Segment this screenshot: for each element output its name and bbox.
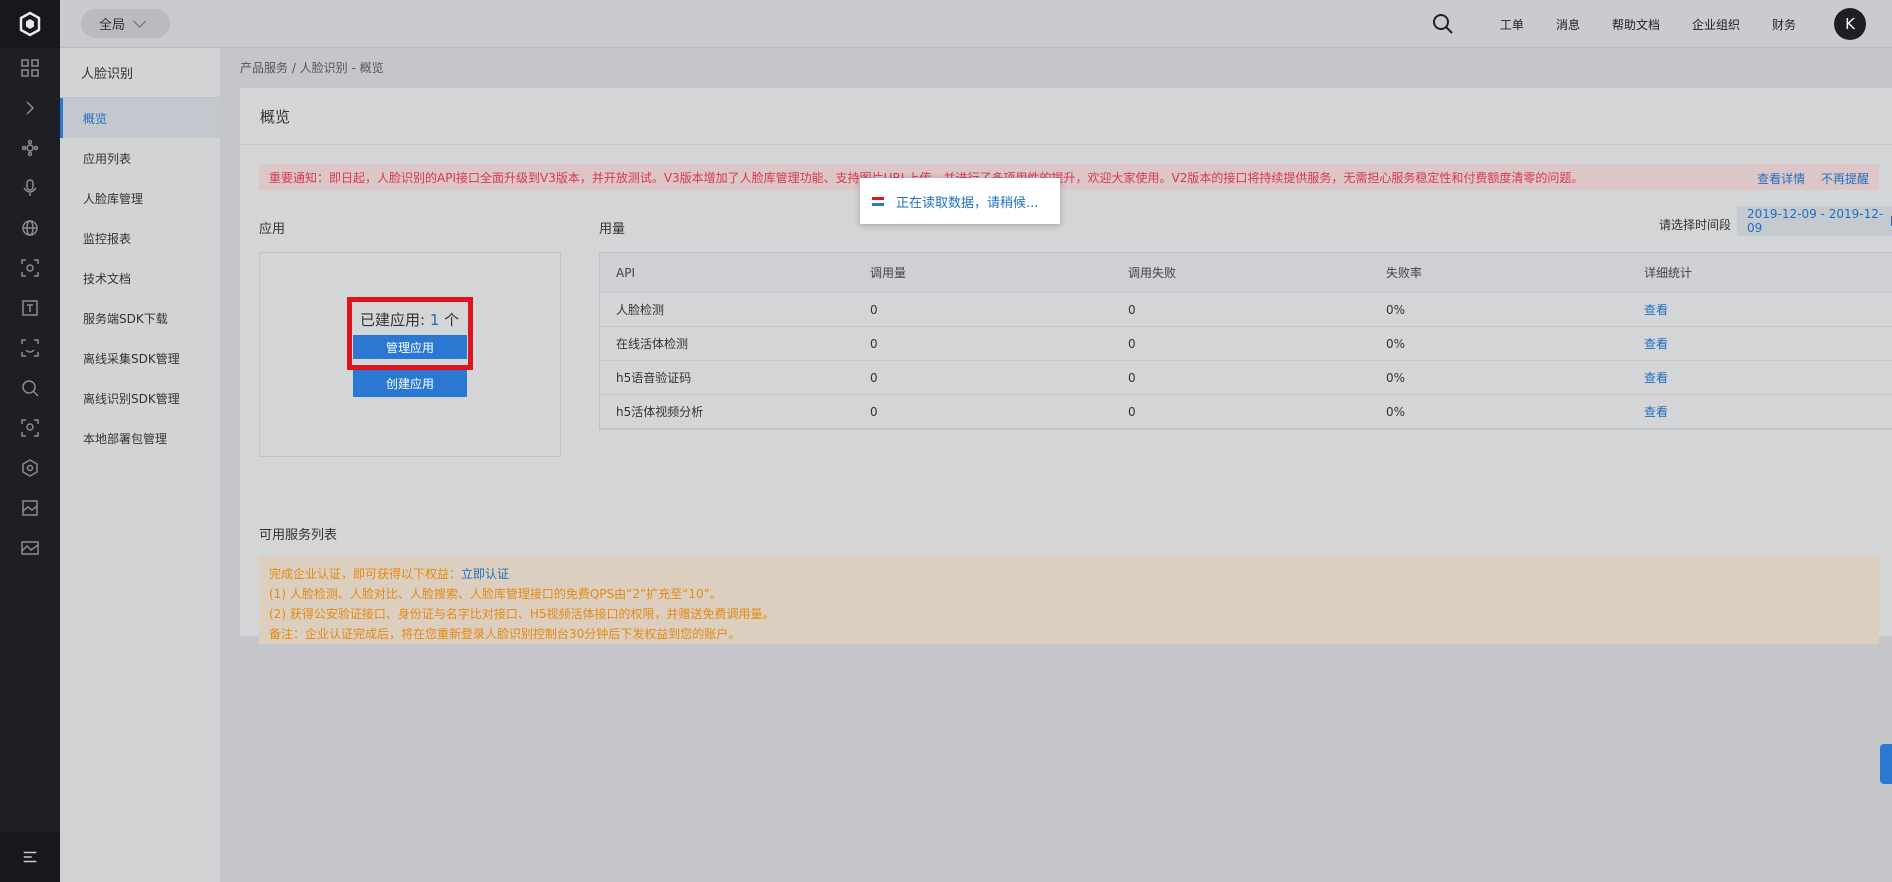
main-content: 产品服务 / 人脸识别 - 概览 概览 重要通知：即日起，人脸识别的API接口全… [221,48,1892,882]
page-title: 概览 [240,88,1892,145]
benefits-line-2: (1) 人脸检测、人脸对比、人脸搜索、人脸库管理接口的免费QPS由“2”扩充至“… [269,587,722,601]
loading-text: 正在读取数据，请稍候... [896,195,1039,211]
table-header: API 调用量 调用失败 失败率 详细统计 [600,253,1892,293]
sidebar-item-face-library[interactable]: 人脸库管理 [60,178,220,218]
highlight-box [347,297,473,370]
floating-help-tab[interactable] [1880,744,1892,784]
sidebar-item-app-list[interactable]: 应用列表 [60,138,220,178]
grid-icon[interactable] [0,48,60,88]
face-detect-icon[interactable] [0,408,60,448]
benefits-panel: 完成企业认证，即可获得以下权益：立即认证 (1) 人脸检测、人脸对比、人脸搜索、… [259,556,1879,644]
nav-organization[interactable]: 企业组织 [1692,16,1740,33]
benefits-line-3: (2) 获得公安验证接口、身份证与名字比对接口、H5视频活体接口的权限，并赠送免… [269,607,775,621]
product-sidebar: 人脸识别 概览 应用列表 人脸库管理 监控报表 技术文档 服务端SDK下载 离线… [60,48,221,882]
sidebar-item-offline-capture-sdk[interactable]: 离线采集SDK管理 [60,338,220,378]
chevron-down-icon [133,15,147,28]
cell-calls: 0 [870,404,878,419]
sidebar-title: 人脸识别 [60,48,220,98]
avatar[interactable]: K [1834,8,1866,40]
table-row: h5活体视频分析 0 0 0% 查看 [600,395,1892,429]
face-icon[interactable] [0,328,60,368]
globe-icon[interactable] [0,208,60,248]
date-range-label: 请选择时间段 [1659,218,1732,232]
cell-rate: 0% [1386,370,1406,385]
top-nav: 工单 消息 帮助文档 企业组织 财务 K [1432,0,1892,48]
nav-messages[interactable]: 消息 [1556,16,1580,33]
sidebar-item-server-sdk[interactable]: 服务端SDK下载 [60,298,220,338]
cell-calls: 0 [870,336,878,351]
breadcrumb: 产品服务 / 人脸识别 - 概览 [240,61,384,75]
table-row: 在线活体检测 0 0 0% 查看 [600,327,1892,361]
usage-table: API 调用量 调用失败 失败率 详细统计 人脸检测 0 0 0% 查看 在线活… [599,252,1892,430]
header-api: API [616,265,635,280]
sidebar-item-monitoring[interactable]: 监控报表 [60,218,220,258]
nav-help-docs[interactable]: 帮助文档 [1612,16,1660,33]
network-icon[interactable] [0,128,60,168]
sidebar-item-local-deploy[interactable]: 本地部署包管理 [60,418,220,458]
cell-fails: 0 [1128,370,1136,385]
app-panel: 已建应用: 1 个 管理应用 创建应用 [259,252,561,457]
create-app-button[interactable]: 创建应用 [353,369,467,397]
nav-tickets[interactable]: 工单 [1500,16,1524,33]
nav-finance[interactable]: 财务 [1772,16,1796,33]
view-detail-link[interactable]: 查看 [1628,335,1878,352]
search-icon[interactable] [1432,13,1454,35]
sidebar-item-overview[interactable]: 概览 [60,98,220,138]
cell-api: h5活体视频分析 [616,405,704,419]
header-fail-rate: 失败率 [1386,266,1423,280]
table-row: h5语音验证码 0 0 0% 查看 [600,361,1892,395]
view-detail-link[interactable]: 查看 [1628,301,1878,318]
loading-toast: 正在读取数据，请稍候... [860,178,1060,224]
image-search-icon[interactable] [0,368,60,408]
cell-api: h5语音验证码 [616,371,692,385]
benefits-intro: 完成企业认证，即可获得以下权益： [269,567,462,581]
usage-section-label: 用量 [599,222,626,237]
scan-icon[interactable] [0,248,60,288]
date-range-value: 2019-12-09 - 2019-12-09 [1747,207,1884,235]
top-bar: 全局 工单 消息 帮助文档 企业组织 财务 K [60,0,1892,48]
brand-logo-icon[interactable] [0,0,60,48]
cell-rate: 0% [1386,404,1406,419]
landscape-icon[interactable] [0,528,60,568]
notice-banner: 重要通知：即日起，人脸识别的API接口全面升级到V3版本，并开放测试。V3版本增… [259,164,1879,190]
cell-fails: 0 [1128,336,1136,351]
header-calls: 调用量 [870,266,907,280]
scope-selector[interactable]: 全局 [81,9,170,38]
benefits-line-1: 完成企业认证，即可获得以下权益：立即认证 [269,564,1869,584]
app-section-label: 应用 [259,222,286,237]
notice-dismiss-link[interactable]: 不再提醒 [1821,172,1869,186]
cell-fails: 0 [1128,404,1136,419]
microphone-icon[interactable] [0,168,60,208]
overview-card: 概览 重要通知：即日起，人脸识别的API接口全面升级到V3版本，并开放测试。V3… [240,88,1892,644]
picture-icon[interactable] [0,488,60,528]
header-detail: 详细统计 [1644,266,1693,280]
benefits-line-4: 备注：企业认证完成后，将在您重新登录人脸识别控制台30分钟后下发权益到您的账户。 [269,627,741,641]
sidebar-item-offline-recognition-sdk[interactable]: 离线识别SDK管理 [60,378,220,418]
cell-calls: 0 [870,302,878,317]
cell-calls: 0 [870,370,878,385]
text-icon[interactable] [0,288,60,328]
sidebar-item-tech-docs[interactable]: 技术文档 [60,258,220,298]
view-detail-link[interactable]: 查看 [1628,403,1878,420]
cell-rate: 0% [1386,302,1406,317]
left-icon-rail [0,0,60,882]
cell-fails: 0 [1128,302,1136,317]
table-row: 人脸检测 0 0 0% 查看 [600,293,1892,327]
cell-api: 在线活体检测 [616,337,689,351]
certify-now-link[interactable]: 立即认证 [461,567,509,581]
chevron-right-icon[interactable] [0,88,60,128]
header-fails: 调用失败 [1128,266,1177,280]
services-section-label: 可用服务列表 [259,528,338,543]
cell-api: 人脸检测 [616,303,665,317]
cell-rate: 0% [1386,336,1406,351]
loading-flag-icon [872,196,884,206]
notice-detail-link[interactable]: 查看详情 [1757,172,1805,186]
scope-label: 全局 [99,18,126,33]
hexagon-icon[interactable] [0,448,60,488]
menu-toggle-icon[interactable] [0,832,60,882]
view-detail-link[interactable]: 查看 [1628,369,1878,386]
date-range-picker[interactable]: 2019-12-09 - 2019-12-09 [1737,206,1892,236]
